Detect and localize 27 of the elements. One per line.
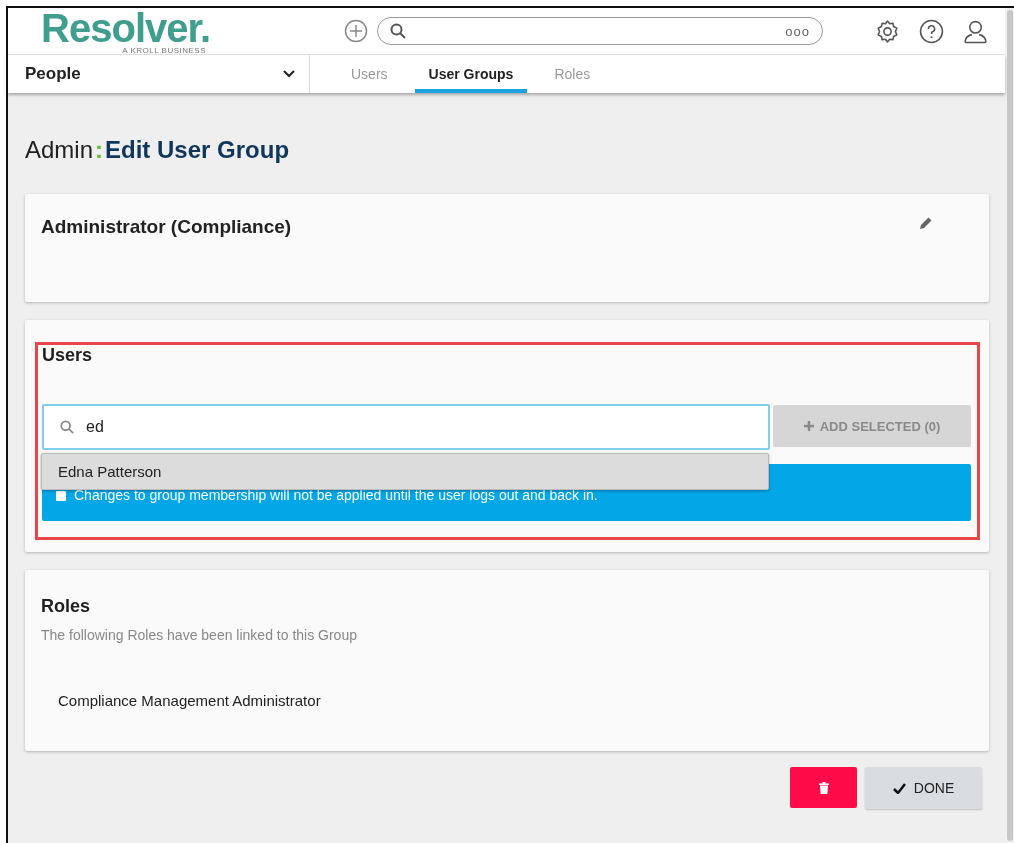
role-item: Compliance Management Administrator xyxy=(58,692,322,709)
info-icon xyxy=(56,491,66,501)
trash-icon xyxy=(818,781,829,794)
settings-icon[interactable] xyxy=(875,18,900,44)
section-heading: Users xyxy=(42,345,94,366)
done-button[interactable]: DONE xyxy=(865,767,982,809)
search-icon xyxy=(390,23,406,39)
page-title: Admin:Edit User Group xyxy=(25,136,290,164)
more-options[interactable]: ooo xyxy=(785,23,810,39)
user-icon[interactable] xyxy=(963,18,988,44)
group-name: Administrator (Compliance) xyxy=(41,216,292,238)
section-dropdown[interactable]: People xyxy=(8,55,310,93)
logo-tagline: A KROLL BUSINESS xyxy=(122,45,206,54)
section-heading: Roles xyxy=(41,596,92,617)
search-icon xyxy=(60,420,74,434)
section-description: The following Roles have been linked to this Group xyxy=(41,627,358,643)
delete-button[interactable] xyxy=(790,767,857,808)
pencil-icon[interactable] xyxy=(919,216,933,230)
help-icon[interactable] xyxy=(919,18,944,44)
suggestion-item[interactable]: Edna Patterson xyxy=(42,454,768,489)
user-search-field[interactable]: ed xyxy=(42,404,770,450)
chevron-icon xyxy=(283,70,295,78)
logo: Resolver. xyxy=(41,9,210,46)
add-icon[interactable] xyxy=(344,19,368,43)
plus-icon xyxy=(803,421,814,431)
checkmark-icon xyxy=(892,782,906,794)
tab[interactable]: User Groups xyxy=(414,55,528,93)
